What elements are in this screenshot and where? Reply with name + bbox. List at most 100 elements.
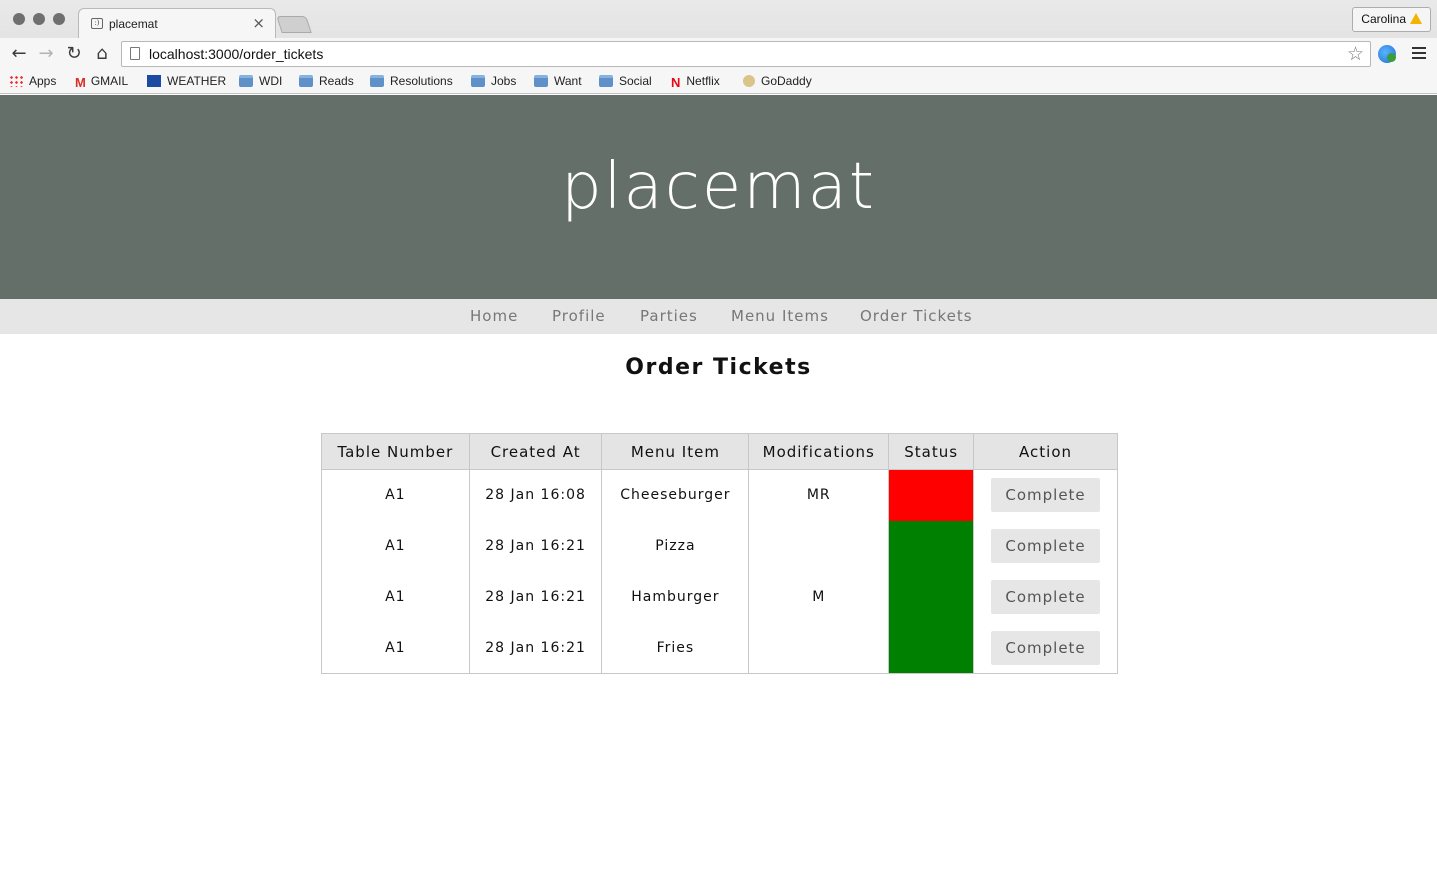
warning-icon <box>1410 13 1422 24</box>
address-bar[interactable]: localhost:3000/order_tickets ☆ <box>121 41 1371 67</box>
site-header: placemat <box>0 95 1437 299</box>
nav-link-order-tickets[interactable]: Order Tickets <box>860 307 973 325</box>
browser-toolbar: ← → ↻ ⌂ localhost:3000/order_tickets ☆ <box>0 38 1437 70</box>
browser-menu-icon[interactable] <box>1412 47 1426 60</box>
profile-name: Carolina <box>1361 12 1406 26</box>
bookmark-wdi[interactable]: WDI <box>239 74 282 89</box>
bookmark-jobs[interactable]: Jobs <box>471 74 516 89</box>
folder-icon <box>599 75 613 87</box>
menu-item-cell: Hamburger <box>601 571 750 623</box>
column-header-menu-item: Menu Item <box>601 433 750 470</box>
page-favicon-icon: :) <box>91 18 103 29</box>
folder-icon <box>239 75 253 87</box>
bookmark-label: Apps <box>29 74 57 88</box>
title-bar: :) placemat × Carolina <box>0 0 1437 38</box>
table-row: A1 28 Jan 16:21 Pizza Complete <box>321 520 1118 572</box>
complete-button[interactable]: Complete <box>991 529 1101 563</box>
nav-link-parties[interactable]: Parties <box>640 307 698 325</box>
bookmark-resolutions[interactable]: Resolutions <box>370 74 453 89</box>
status-indicator <box>888 520 975 572</box>
bookmarks-bar: Apps M GMAIL WEATHER WDI Reads Resolution… <box>0 70 1437 94</box>
browser-tab[interactable]: :) placemat × <box>78 8 276 38</box>
zoom-window-button[interactable] <box>53 13 65 25</box>
forward-arrow-icon[interactable]: → <box>35 43 57 65</box>
menu-item-cell: Pizza <box>601 520 750 572</box>
new-tab-button[interactable] <box>276 16 312 33</box>
table-number-cell: A1 <box>321 520 470 572</box>
page-title: Order Tickets <box>625 355 812 380</box>
folder-icon <box>370 75 384 87</box>
table-number-cell: A1 <box>321 571 470 623</box>
table-row: A1 28 Jan 16:08 Cheeseburger MR Complete <box>321 469 1118 521</box>
bookmark-label: WEATHER <box>167 74 227 88</box>
complete-button[interactable]: Complete <box>991 580 1101 614</box>
bookmark-label: GoDaddy <box>761 74 812 88</box>
table-header-row: Table Number Created At Menu Item Modifi… <box>321 433 1118 470</box>
browser-chrome: :) placemat × Carolina ← → ↻ ⌂ localhost… <box>0 0 1437 94</box>
bookmark-label: Want <box>554 74 582 88</box>
bookmark-label: Netflix <box>686 74 720 88</box>
action-cell: Complete <box>973 469 1118 521</box>
created-at-cell: 28 Jan 16:21 <box>468 622 603 674</box>
bookmark-star-icon[interactable]: ☆ <box>1347 43 1364 65</box>
action-cell: Complete <box>973 520 1118 572</box>
complete-button[interactable]: Complete <box>991 478 1101 513</box>
table-row: A1 28 Jan 16:21 Hamburger M Complete <box>321 571 1118 623</box>
reload-icon[interactable]: ↻ <box>63 43 85 65</box>
bookmark-gmail[interactable]: M GMAIL <box>75 74 128 90</box>
modifications-cell: MR <box>748 469 890 521</box>
bookmark-apps[interactable]: Apps <box>9 74 56 89</box>
bookmark-want[interactable]: Want <box>534 74 582 89</box>
nav-link-menu-items[interactable]: Menu Items <box>731 307 829 325</box>
table-number-cell: A1 <box>321 469 470 521</box>
back-arrow-icon[interactable]: ← <box>8 43 30 65</box>
created-at-cell: 28 Jan 16:21 <box>468 571 603 623</box>
url-text[interactable]: localhost:3000/order_tickets <box>149 46 323 62</box>
tab-title: placemat <box>109 17 158 31</box>
status-indicator <box>888 622 975 674</box>
close-window-button[interactable] <box>13 13 25 25</box>
complete-button[interactable]: Complete <box>991 630 1101 665</box>
bookmark-netflix[interactable]: N Netflix <box>671 74 720 90</box>
column-header-table-number: Table Number <box>321 433 470 470</box>
action-cell: Complete <box>973 571 1118 623</box>
menu-item-cell: Cheeseburger <box>601 469 750 521</box>
profile-button[interactable]: Carolina <box>1352 7 1431 32</box>
bookmark-label: Jobs <box>491 74 517 88</box>
modifications-cell <box>748 520 890 572</box>
bookmark-social[interactable]: Social <box>599 74 652 89</box>
created-at-cell: 28 Jan 16:08 <box>468 469 603 521</box>
gmail-icon: M <box>75 75 86 90</box>
action-cell: Complete <box>973 622 1118 674</box>
folder-icon <box>534 75 548 87</box>
godaddy-icon <box>743 75 755 87</box>
table-row: A1 28 Jan 16:21 Fries Complete <box>321 622 1118 674</box>
modifications-cell <box>748 622 890 674</box>
home-icon[interactable]: ⌂ <box>91 43 113 65</box>
bookmark-reads[interactable]: Reads <box>299 74 354 89</box>
table-number-cell: A1 <box>321 622 470 674</box>
folder-icon <box>299 75 313 87</box>
page-info-icon[interactable] <box>130 47 140 60</box>
column-header-modifications: Modifications <box>748 433 890 470</box>
bookmark-label: WDI <box>259 74 283 88</box>
status-indicator <box>888 469 975 521</box>
extension-globe-icon[interactable] <box>1378 45 1396 63</box>
apps-grid-icon <box>9 75 23 87</box>
minimize-window-button[interactable] <box>33 13 45 25</box>
menu-item-cell: Fries <box>601 622 750 674</box>
column-header-status: Status <box>888 433 975 470</box>
column-header-created-at: Created At <box>468 433 603 470</box>
bookmark-godaddy[interactable]: GoDaddy <box>743 74 812 89</box>
site-nav: Home Profile Parties Menu Items Order Ti… <box>0 299 1437 334</box>
order-tickets-table: Table Number Created At Menu Item Modifi… <box>321 433 1118 674</box>
weather-channel-icon <box>147 75 161 87</box>
bookmark-label: Resolutions <box>390 74 453 88</box>
modifications-cell: M <box>748 571 890 623</box>
nav-link-home[interactable]: Home <box>470 307 518 325</box>
tab-close-icon[interactable]: × <box>252 14 265 32</box>
bookmark-weather[interactable]: WEATHER <box>147 74 226 89</box>
nav-link-profile[interactable]: Profile <box>552 307 606 325</box>
folder-icon <box>471 75 485 87</box>
column-header-action: Action <box>973 433 1118 470</box>
